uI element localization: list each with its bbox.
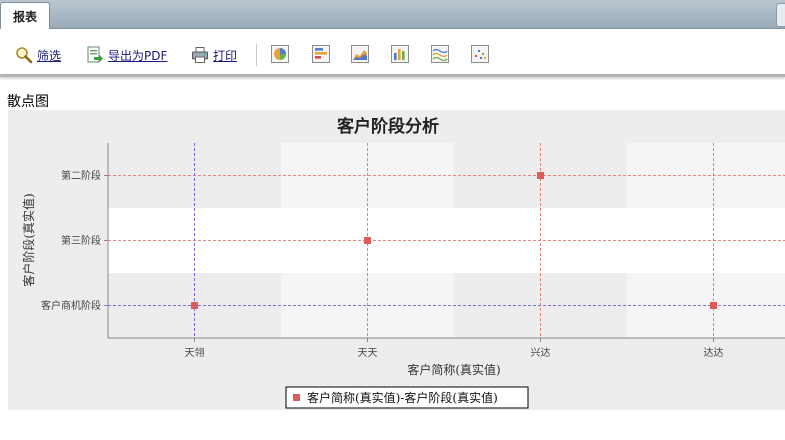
legend-entry: 客户简称(真实值)-客户阶段(真实值) bbox=[307, 390, 498, 405]
scatter-chart: 客户阶段分析 天翎 天天 兴达 达达 客户商机阶段 第三阶段 第二阶段 客户简称(真实值) … bbox=[8, 110, 785, 410]
export-icon bbox=[87, 46, 103, 63]
data-point bbox=[710, 302, 717, 309]
y-axis-label: 客户阶段(真实值) bbox=[21, 193, 36, 286]
toolbar-separator bbox=[256, 44, 257, 66]
column-chart-icon[interactable] bbox=[391, 45, 409, 63]
x-tick-label: 达达 bbox=[704, 347, 724, 359]
magnifier-icon bbox=[16, 47, 33, 64]
y-tick-label: 第二阶段 bbox=[61, 169, 101, 182]
toolbar: 筛选 导出为PDF 打印 bbox=[0, 36, 785, 77]
data-point bbox=[364, 237, 371, 244]
section-title: 散点图 bbox=[7, 94, 49, 110]
bar-chart-icon[interactable] bbox=[312, 45, 330, 63]
export-pdf-label: 导出为PDF bbox=[108, 48, 168, 63]
x-tick-label: 兴达 bbox=[531, 347, 551, 359]
data-point bbox=[191, 302, 198, 309]
x-tick-label: 天翎 bbox=[185, 346, 205, 359]
data-point bbox=[537, 172, 544, 179]
filter-label: 筛选 bbox=[37, 48, 62, 63]
x-axis-label: 客户简称(真实值) bbox=[407, 362, 500, 377]
x-tick-label: 天天 bbox=[358, 348, 378, 359]
line-chart-icon[interactable] bbox=[431, 45, 449, 63]
y-tick-label: 客户商机阶段 bbox=[41, 299, 101, 312]
scatter-chart-icon[interactable] bbox=[471, 45, 489, 63]
tab-bar-scroll-handle[interactable] bbox=[776, 3, 785, 27]
print-button[interactable]: 打印 bbox=[191, 45, 237, 65]
y-tick-label: 第三阶段 bbox=[61, 234, 101, 247]
printer-icon bbox=[192, 47, 208, 63]
export-pdf-button[interactable]: 导出为PDF bbox=[86, 45, 167, 65]
print-label: 打印 bbox=[213, 48, 238, 63]
tab-report[interactable]: 报表 bbox=[0, 2, 50, 29]
tab-label: 报表 bbox=[12, 9, 37, 24]
tab-bar: 报表 bbox=[0, 0, 785, 29]
chart-legend: 客户简称(真实值)-客户阶段(真实值) bbox=[285, 386, 529, 409]
legend-swatch bbox=[293, 394, 300, 401]
pie-chart-icon[interactable] bbox=[271, 45, 289, 63]
chart-canvas: 客户阶段分析 天翎 天天 兴达 达达客户商机阶段第三阶段第二阶段 客户简称(真实值) … bbox=[21, 116, 785, 409]
area-chart-icon[interactable] bbox=[351, 45, 369, 63]
filter-button[interactable]: 筛选 bbox=[15, 45, 61, 65]
chart-title: 客户阶段分析 bbox=[336, 116, 439, 137]
